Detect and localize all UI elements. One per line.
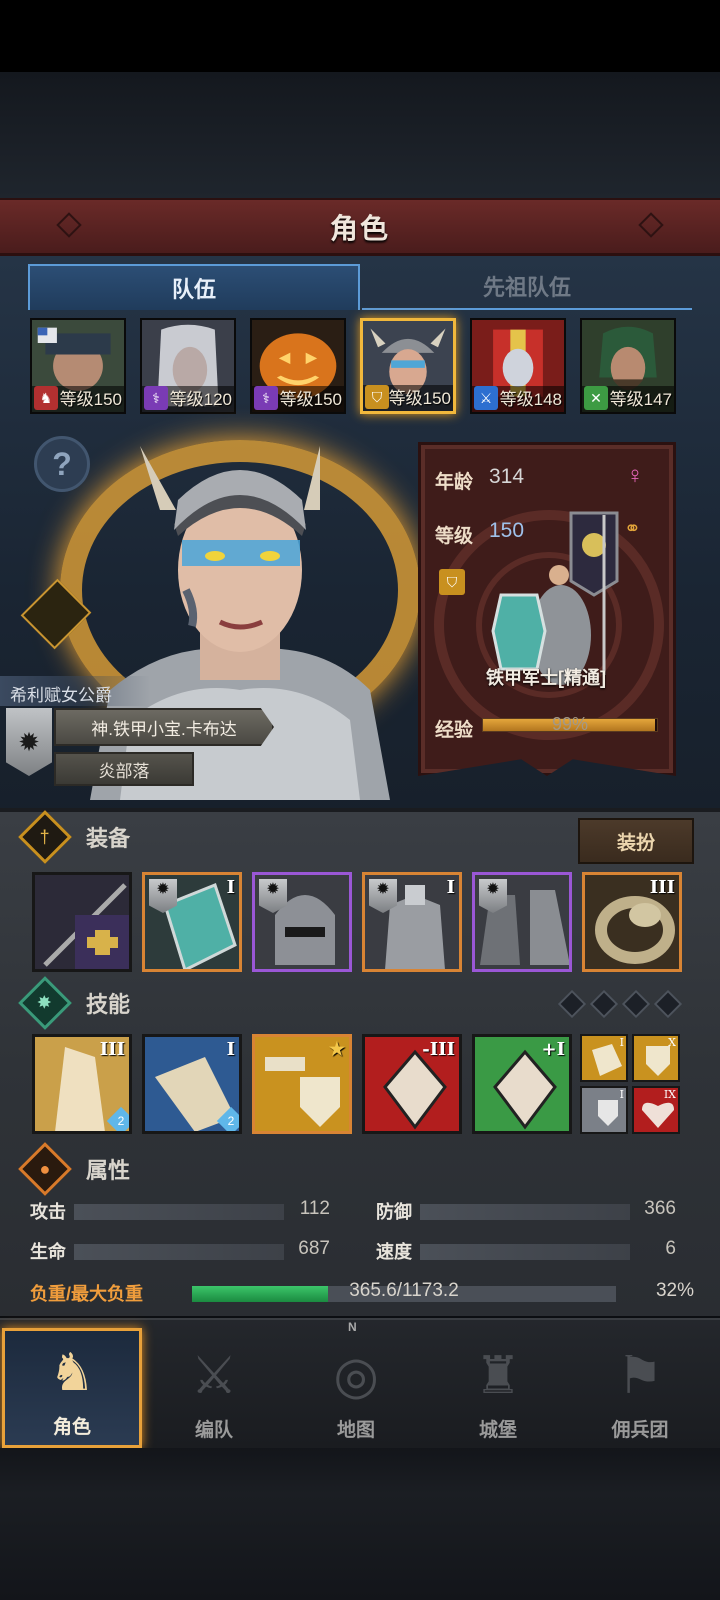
level-label: 等级: [435, 526, 474, 547]
exp-label: 经验: [435, 720, 474, 741]
nav-mercenary[interactable]: ⚑ 佣兵团: [570, 1328, 710, 1448]
defense-stat: 防御 366: [376, 1198, 676, 1222]
item-rank: I: [226, 877, 235, 898]
star-icon: ★: [328, 1039, 345, 1060]
character-name[interactable]: 神.铁甲小宝.卡布达: [54, 708, 274, 746]
skill-points: [557, 989, 690, 1019]
attributes-header: ● 属性: [18, 1142, 626, 1196]
banner-item-icon: [43, 883, 129, 969]
hp-stat: 生命 687: [30, 1238, 330, 1262]
knight-icon: ♞: [48, 1344, 96, 1402]
slash-skill-slot[interactable]: III 2: [32, 1034, 132, 1134]
formation-icon: ⚔: [190, 1347, 238, 1405]
star-burst-icon: ✸: [18, 976, 72, 1030]
hero-level: 等级120: [169, 390, 232, 409]
item-rank: I: [446, 877, 455, 898]
attack-stat: 攻击 112: [30, 1198, 330, 1222]
hero-slot-5[interactable]: ⚔ 等级148: [470, 318, 566, 414]
character-tribe: 炎部落: [54, 752, 194, 786]
hero-level: 等级147: [609, 390, 672, 409]
hero-level: 等级148: [499, 390, 562, 409]
tab-team[interactable]: 队伍: [28, 264, 360, 310]
defense-passive-slot[interactable]: I: [580, 1086, 628, 1134]
boots-item-slot[interactable]: ✹: [472, 872, 572, 972]
equipment-header: † 装备: [18, 810, 626, 864]
female-icon: ♀: [626, 462, 644, 489]
banner-item-slot[interactable]: [32, 872, 132, 972]
age-label: 年龄: [435, 472, 474, 493]
green-crystal-skill-slot[interactable]: +I: [472, 1034, 572, 1134]
dagger-icon: †: [18, 810, 72, 864]
top-background: [0, 72, 720, 198]
mercenary-icon: ⚑: [616, 1347, 664, 1405]
nav-formation[interactable]: ⚔ 编队: [144, 1328, 284, 1448]
ornament-left: [56, 212, 82, 238]
skill-rank: III: [99, 1039, 125, 1060]
hero-slot-4-selected[interactable]: ⛉ 等级150: [360, 318, 456, 414]
strike-skill-slot[interactable]: I 2: [142, 1034, 242, 1134]
character-title: 希利赋女公爵: [0, 676, 150, 706]
compass-icon: ◎: [333, 1347, 379, 1405]
skill-gem: 2: [106, 1106, 129, 1131]
ornament-right: [638, 212, 664, 238]
nav-character[interactable]: ♞ 角色: [2, 1328, 142, 1448]
load-value: 365.6/1173.2: [349, 1280, 459, 1301]
staff-icon: ⚕: [144, 386, 168, 410]
skill-rank: -III: [422, 1039, 455, 1060]
staff-icon: ⚕: [254, 386, 278, 410]
speed-stat: 速度 6: [376, 1238, 676, 1262]
armor-item-slot[interactable]: ✹ I: [362, 872, 462, 972]
attributes-label: 属性: [86, 1158, 131, 1183]
horse-icon: ♞: [34, 386, 58, 410]
nav-castle[interactable]: ♜ 城堡: [428, 1328, 568, 1448]
status-bar: [0, 0, 720, 72]
hero-slot-2[interactable]: ⚕ 等级120: [140, 318, 236, 414]
castle-icon: ♜: [474, 1347, 522, 1405]
red-crystal-skill-slot[interactable]: -III: [362, 1034, 462, 1134]
hero-roster: ♞ 等级150 ⚕ 等级120 ⚕ 等级150 ⛉ 等级150 ⚔ 等级148 …: [30, 318, 690, 418]
character-portrait: [90, 446, 390, 800]
equipment-label: 装备: [86, 826, 131, 851]
helmet-item-slot[interactable]: ✹: [252, 872, 352, 972]
skills-label: 技能: [86, 992, 131, 1017]
shield-passive-slot[interactable]: X: [632, 1034, 680, 1082]
dress-up-button[interactable]: 装扮: [578, 818, 694, 864]
skill-gem: 2: [216, 1106, 239, 1131]
hero-slot-3[interactable]: ⚕ 等级150: [250, 318, 346, 414]
shield-class-icon: ⛉: [439, 569, 465, 595]
title-bar: 角色: [0, 198, 720, 256]
heart-passive-slot[interactable]: IX: [632, 1086, 680, 1134]
unit-name: 铁甲军士[精通]: [486, 668, 606, 688]
crossed-swords-icon: ✕: [584, 386, 608, 410]
age-value: 314: [489, 465, 525, 488]
load-stat: 负重/最大负重 365.6/1173.2 32%: [30, 1280, 694, 1304]
compass-north-label: N: [348, 1320, 357, 1334]
ring-item-slot[interactable]: III: [582, 872, 682, 972]
hero-slot-6[interactable]: ✕ 等级147: [580, 318, 676, 414]
load-percent: 32%: [655, 1280, 694, 1301]
skill-rank: I: [226, 1039, 235, 1060]
page-title: 角色: [329, 212, 390, 244]
hero-level: 等级150: [59, 390, 122, 409]
shield-icon: ⛉: [365, 385, 389, 409]
skill-rank: +I: [541, 1039, 565, 1060]
sword-icon: ⚔: [474, 386, 498, 410]
tab-ancestor-team[interactable]: 先祖队伍: [362, 264, 692, 310]
bottom-nav: ♞ 角色 ⚔ 编队 ◎ 地图 ♜ 城堡 ⚑ 佣兵团: [0, 1318, 720, 1448]
faction-emblem-icon: ✹: [6, 708, 52, 776]
nav-map[interactable]: ◎ 地图: [286, 1328, 426, 1448]
hero-level: 等级150: [388, 389, 451, 408]
rings-icon[interactable]: ⚭: [624, 516, 641, 541]
bottom-area: [0, 1448, 720, 1600]
item-rank: III: [649, 877, 675, 898]
guard-skill-slot[interactable]: ★: [252, 1034, 352, 1134]
armor-passive-slot[interactable]: I: [580, 1034, 628, 1082]
skills-header: ✸ 技能: [18, 976, 626, 1030]
level-value: 150: [489, 519, 525, 542]
exp-value: 99%: [551, 714, 589, 734]
hero-slot-1[interactable]: ♞ 等级150: [30, 318, 126, 414]
person-icon: ●: [18, 1142, 72, 1196]
hero-level: 等级150: [279, 390, 342, 409]
shield-item-slot[interactable]: ✹ I: [142, 872, 242, 972]
